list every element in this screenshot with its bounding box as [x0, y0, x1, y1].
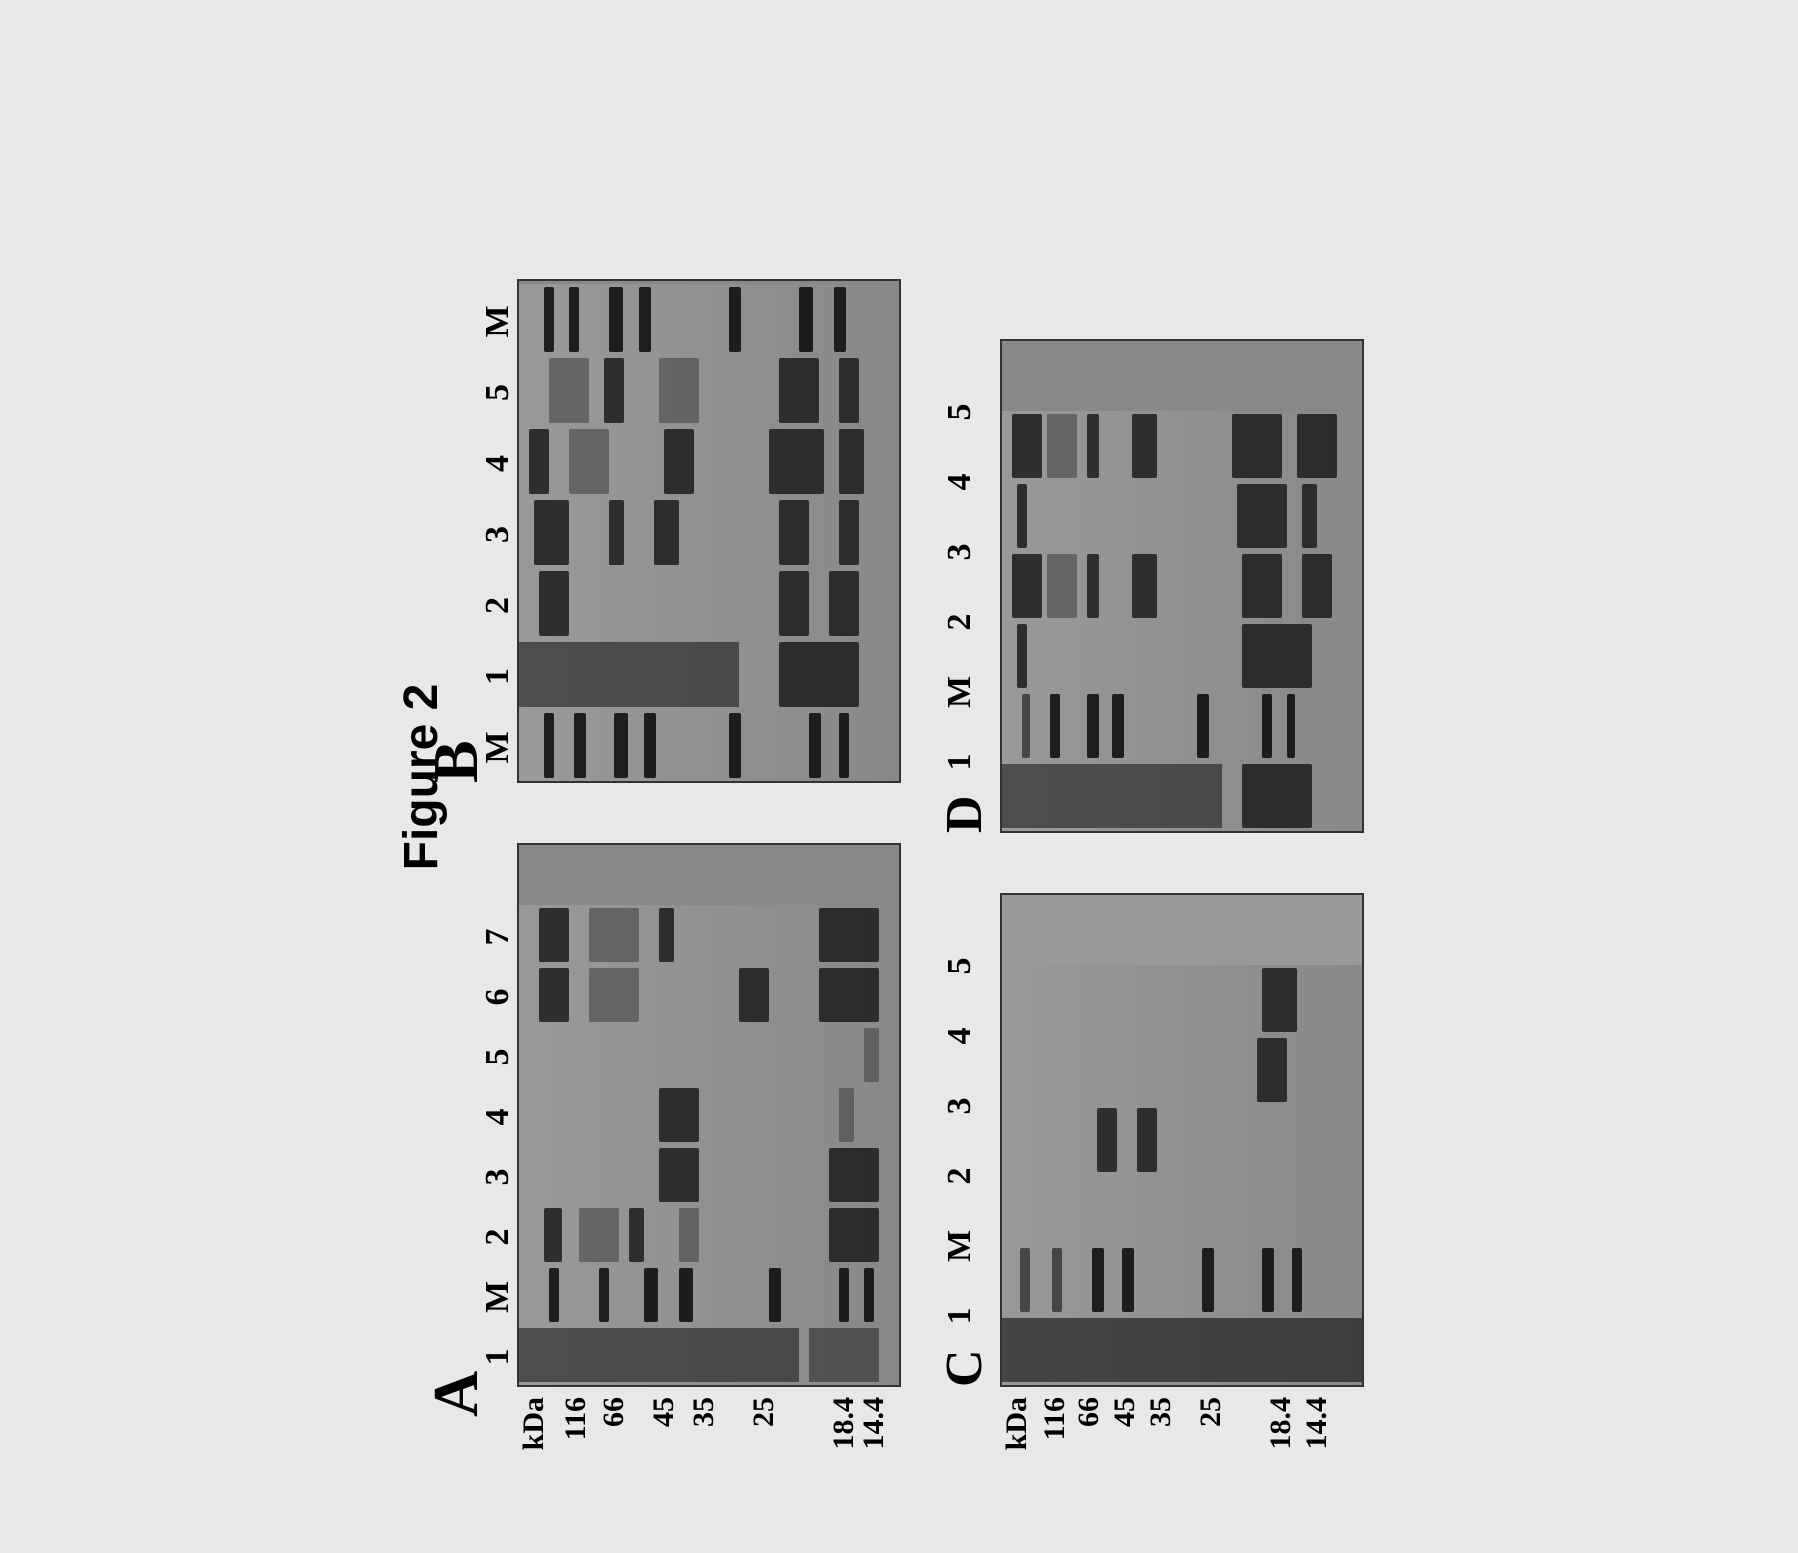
- panel-B-label: B: [419, 740, 493, 783]
- panel-D-label: D: [935, 797, 994, 833]
- lane-header: 7: [479, 907, 517, 967]
- lane-header: 1: [941, 1281, 1000, 1351]
- panel-D: D 1 M 2 3 4 5: [941, 339, 1364, 833]
- lane-header: 4: [941, 1001, 1000, 1071]
- lane-header: 3: [941, 1071, 1000, 1141]
- marker-label: 66: [1072, 1397, 1108, 1477]
- lane-header: 3: [479, 499, 517, 570]
- lane-header: M: [941, 1211, 1000, 1281]
- marker-label: 35: [687, 1397, 747, 1477]
- lane-header: 5: [941, 377, 1000, 447]
- lane-header: 5: [941, 931, 1000, 1001]
- panel-C-gel: [1000, 893, 1364, 1387]
- lane-header: 4: [941, 447, 1000, 517]
- lane-header: 3: [479, 1147, 517, 1207]
- lane-header: M: [479, 286, 517, 357]
- y-unit-label: kDa: [517, 1397, 551, 1477]
- lane-header: M: [941, 657, 1000, 727]
- marker-label: 18.4: [1264, 1397, 1300, 1477]
- panel-B-gel: [517, 279, 901, 783]
- panel-A-y-labels: kDa 116 66 45 35 25 18.4 14.4: [517, 1387, 901, 1477]
- lane-header: 2: [941, 587, 1000, 657]
- lane-header: 5: [479, 1027, 517, 1087]
- panel-B-lane-headers: M 1 2 3 4 5 M: [479, 279, 517, 783]
- marker-label: 45: [647, 1397, 687, 1477]
- marker-label: 35: [1144, 1397, 1194, 1477]
- lane-header: 1: [941, 727, 1000, 797]
- panel-D-gel: [1000, 339, 1364, 833]
- marker-label: 14.4: [857, 1397, 891, 1477]
- lane-header: M: [479, 1267, 517, 1327]
- marker-label: 45: [1108, 1397, 1144, 1477]
- lane-header: 2: [479, 570, 517, 641]
- marker-label: 18.4: [827, 1397, 857, 1477]
- marker-label: 25: [747, 1397, 827, 1477]
- lane-header: 2: [941, 1141, 1000, 1211]
- lane-header: 1: [479, 641, 517, 712]
- lane-header: 5: [479, 357, 517, 428]
- panels-row-top: A 1 M 2 3 4 5 6 7 kDa 116 66 45 35 25: [479, 77, 901, 1477]
- panel-A-lane-headers: 1 M 2 3 4 5 6 7: [479, 843, 517, 1387]
- panel-C: C 1 M 2 3 4 5 kDa 116 66 45 35 25 18.4 1…: [941, 893, 1364, 1477]
- y-unit-label: kDa: [1000, 1397, 1034, 1477]
- lane-header: 2: [479, 1207, 517, 1267]
- panel-A: A 1 M 2 3 4 5 6 7 kDa 116 66 45 35 25: [479, 843, 901, 1477]
- panel-A-gel-area: kDa 116 66 45 35 25 18.4 14.4: [517, 843, 901, 1477]
- panel-C-y-labels: kDa 116 66 45 35 25 18.4 14.4: [1000, 1387, 1364, 1477]
- panel-B: B M 1 2 3 4 5 M: [479, 279, 901, 783]
- marker-label: 66: [597, 1397, 647, 1477]
- lane-header: 3: [941, 517, 1000, 587]
- panel-C-gel-area: kDa 116 66 45 35 25 18.4 14.4: [1000, 893, 1364, 1477]
- marker-label: 14.4: [1300, 1397, 1334, 1477]
- lane-header: 4: [479, 428, 517, 499]
- panel-C-label: C: [935, 1351, 994, 1387]
- figure-container: Figure 2 A 1 M 2 3 4 5 6 7 kDa 116 66 45: [394, 77, 1404, 1477]
- lane-header: 4: [479, 1087, 517, 1147]
- marker-label: 116: [559, 1397, 597, 1477]
- panel-A-gel: [517, 843, 901, 1387]
- panel-A-label: A: [419, 1370, 493, 1416]
- panel-C-lane-headers: C 1 M 2 3 4 5: [941, 893, 1000, 1387]
- panels-row-bottom: C 1 M 2 3 4 5 kDa 116 66 45 35 25 18.4 1…: [941, 77, 1364, 1477]
- marker-label: 116: [1038, 1397, 1072, 1477]
- marker-label: 25: [1194, 1397, 1264, 1477]
- lane-header: 6: [479, 967, 517, 1027]
- panel-D-lane-headers: D 1 M 2 3 4 5: [941, 339, 1000, 833]
